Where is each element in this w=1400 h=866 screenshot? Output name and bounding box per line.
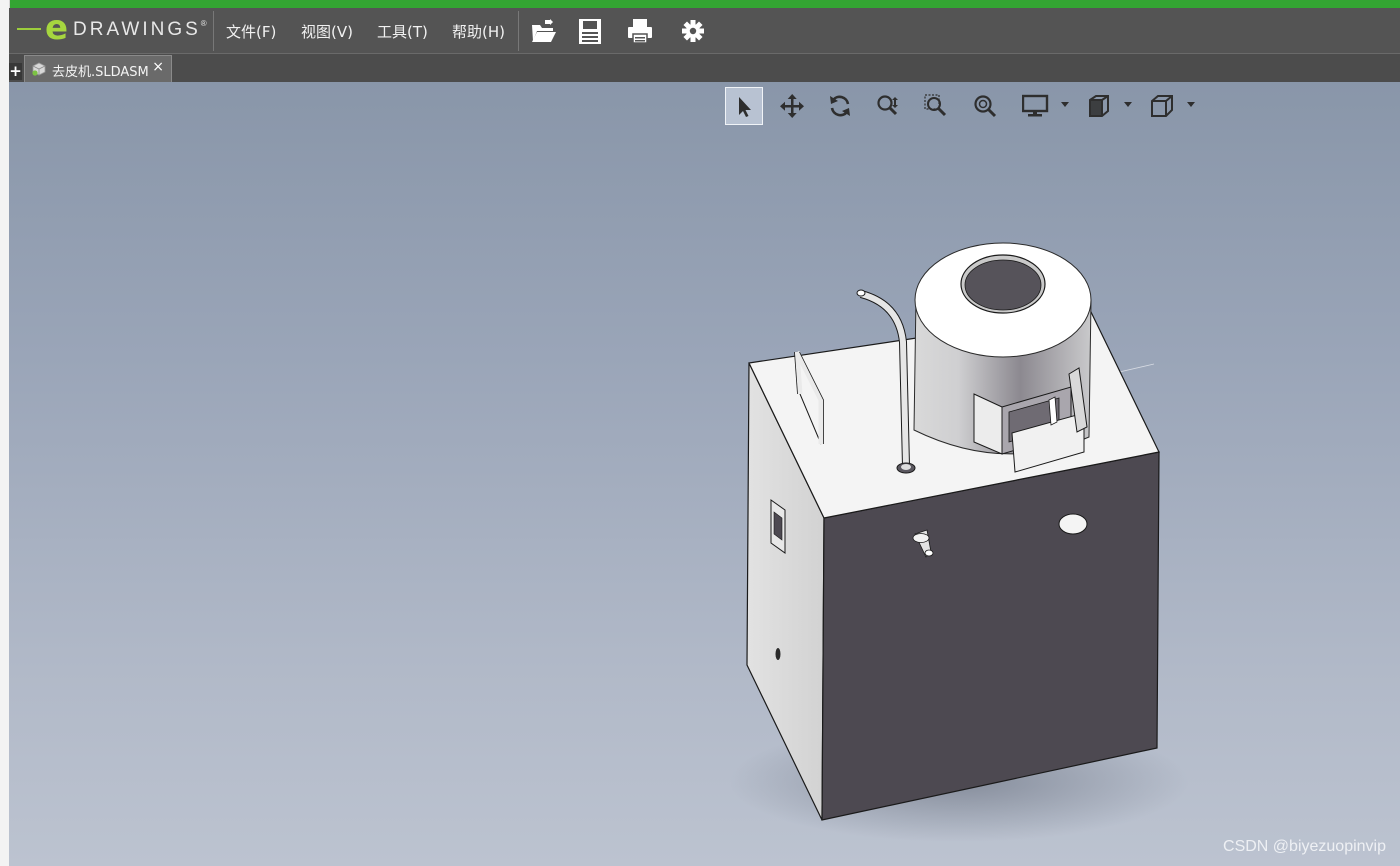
logo-e-letter: e	[45, 8, 69, 48]
logo-wordmark-text: DRAWINGS	[73, 19, 201, 40]
logo-wordmark: DRAWINGS®	[73, 19, 207, 41]
assembly-file-icon	[32, 62, 46, 76]
print-button[interactable]	[625, 16, 655, 46]
open-file-icon	[532, 19, 556, 42]
save-icon	[579, 19, 601, 44]
watermark-text: CSDN @biyezuopinvip	[1223, 838, 1386, 855]
background-browser-tabs-strip	[0, 0, 1400, 8]
settings-button[interactable]	[678, 16, 708, 46]
edrawings-logo: e DRAWINGS®	[15, 8, 215, 53]
logo-registered-mark: ®	[200, 19, 207, 28]
document-tab[interactable]: 去皮机.SLDASM ×	[24, 55, 172, 82]
menu-help[interactable]: 帮助(H)	[452, 21, 505, 42]
menu-separator	[213, 11, 214, 51]
menu-file[interactable]: 文件(F)	[226, 21, 276, 42]
menu-view[interactable]: 视图(V)	[301, 21, 353, 42]
toolbar-separator	[518, 11, 519, 51]
open-file-button[interactable]	[529, 16, 559, 46]
settings-gear-icon	[682, 20, 704, 42]
new-tab-button[interactable]: +	[9, 63, 22, 80]
document-tab-strip: + 去皮机.SLDASM ×	[9, 54, 1400, 82]
menu-tools[interactable]: 工具(T)	[377, 21, 428, 42]
3d-viewport[interactable]: CSDN @biyezuopinvip	[9, 82, 1400, 866]
menu-bar: e DRAWINGS® 文件(F) 视图(V) 工具(T) 帮助(H)	[9, 8, 1400, 54]
logo-arrow-line	[17, 28, 41, 30]
save-button[interactable]	[575, 16, 605, 46]
print-icon	[628, 19, 652, 44]
document-tab-name: 去皮机.SLDASM	[52, 65, 149, 80]
3d-model-peeling-machine[interactable]	[9, 82, 1400, 866]
close-tab-button[interactable]: ×	[152, 59, 164, 75]
